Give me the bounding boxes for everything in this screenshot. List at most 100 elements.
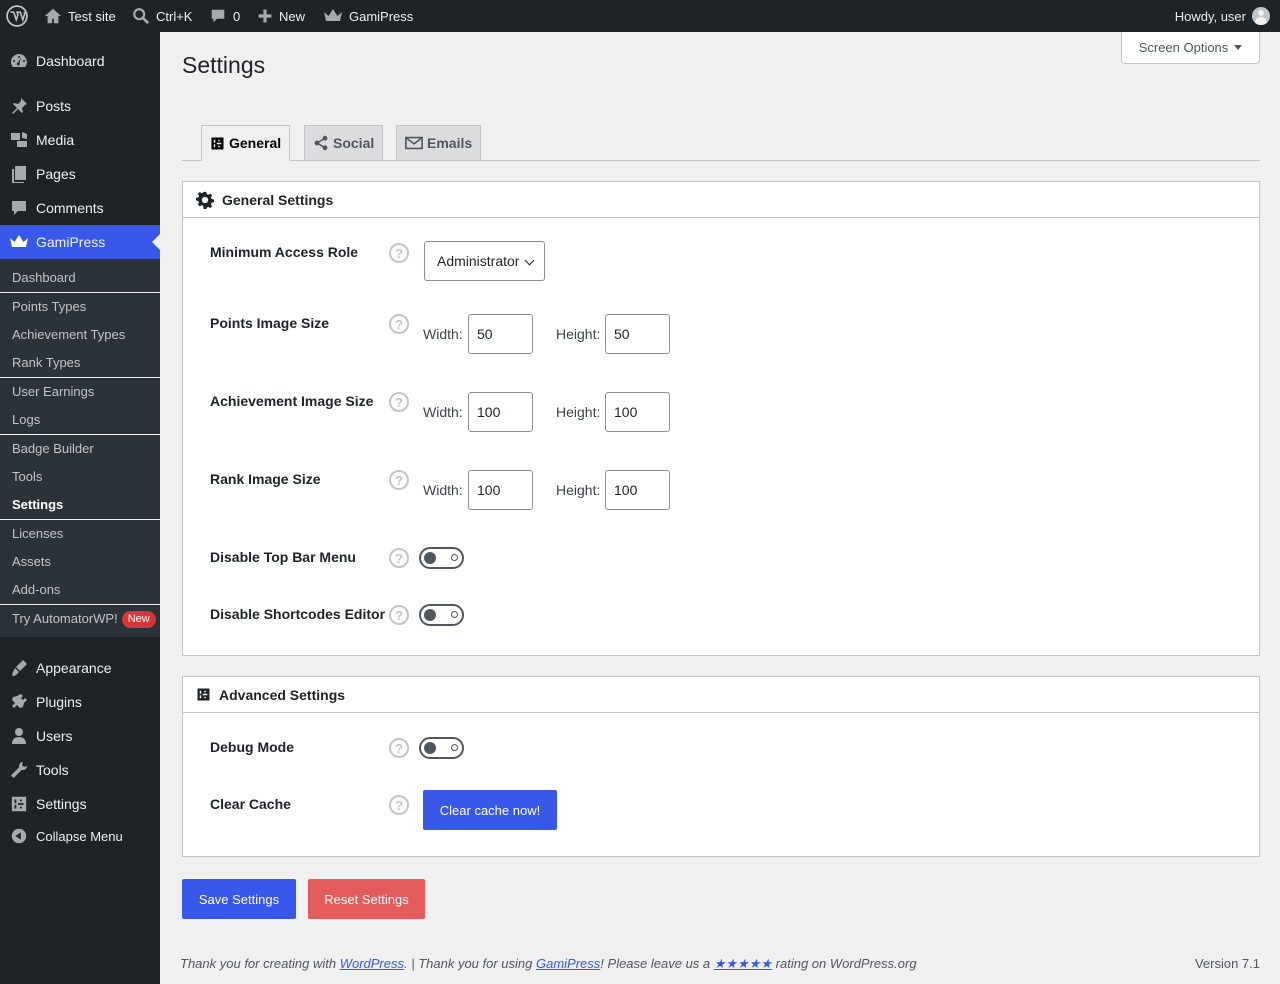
- rating-stars-link[interactable]: ★★★★★: [714, 956, 772, 971]
- wordpress-logo-icon[interactable]: [6, 0, 28, 32]
- sidebar-item-appearance[interactable]: Appearance: [0, 651, 160, 685]
- help-icon[interactable]: ?: [389, 738, 409, 758]
- submenu-item-points-types[interactable]: Points Types: [12, 298, 86, 316]
- help-icon[interactable]: ?: [389, 392, 409, 412]
- submenu-item-rank-types[interactable]: Rank Types: [12, 354, 80, 372]
- howdy-text: Howdy, user: [1174, 8, 1246, 24]
- rank-size-label: Rank Image Size: [210, 471, 321, 487]
- help-icon[interactable]: ?: [389, 314, 409, 334]
- sidebar-label: Appearance: [36, 660, 112, 676]
- caret-down-icon: [1234, 45, 1243, 50]
- search-icon: [132, 7, 150, 25]
- tab-emails[interactable]: Emails: [396, 125, 482, 161]
- sidebar-item-settings[interactable]: Settings: [0, 787, 160, 821]
- footer-credits: Thank you for creating with WordPress. |…: [180, 956, 917, 972]
- gamipress-link[interactable]: GamiPress: [323, 0, 413, 32]
- gamipress-submenu: Dashboard Points Types Achievement Types…: [0, 259, 160, 637]
- sidebar-label: Collapse Menu: [36, 828, 123, 844]
- sidebar-item-plugins[interactable]: Plugins: [0, 685, 160, 719]
- gear-icon: [196, 191, 214, 209]
- disable-shortcodes-toggle[interactable]: [419, 604, 464, 626]
- site-name-link[interactable]: Test site: [44, 0, 116, 32]
- rank-width-input[interactable]: 100: [468, 470, 533, 510]
- avatar: [1252, 7, 1270, 25]
- sliders-icon: [210, 136, 225, 151]
- footer-text: ! Please leave us a: [600, 956, 714, 971]
- general-settings-header: General Settings: [183, 182, 1259, 218]
- sidebar-item-comments[interactable]: Comments: [0, 191, 160, 225]
- submenu-item-assets[interactable]: Assets: [12, 553, 51, 571]
- min-role-select[interactable]: Administrator: [424, 241, 545, 281]
- sidebar-item-gamipress[interactable]: GamiPress: [0, 225, 160, 259]
- submenu-item-badge-builder[interactable]: Badge Builder: [12, 440, 94, 458]
- sidebar-label: Posts: [36, 98, 72, 114]
- submenu-item-dashboard[interactable]: Dashboard: [12, 269, 76, 287]
- comments-link[interactable]: 0: [209, 0, 240, 32]
- help-icon[interactable]: ?: [389, 605, 409, 625]
- help-icon[interactable]: ?: [389, 243, 409, 263]
- new-badge: New: [121, 610, 156, 628]
- page-title: Settings: [182, 52, 266, 78]
- debug-mode-toggle[interactable]: [419, 737, 464, 759]
- new-content-link[interactable]: New: [257, 0, 305, 32]
- sidebar-item-media[interactable]: Media: [0, 123, 160, 157]
- submenu-item-logs[interactable]: Logs: [12, 411, 40, 429]
- height-label: Height:: [556, 482, 601, 498]
- width-label: Width:: [423, 482, 463, 498]
- submenu-item-tools[interactable]: Tools: [12, 468, 42, 486]
- help-icon[interactable]: ?: [389, 795, 409, 815]
- tab-label: General: [229, 135, 282, 151]
- account-menu[interactable]: Howdy, user: [1175, 0, 1270, 32]
- media-icon: [9, 130, 29, 150]
- footer-text: . | Thank you for using: [404, 956, 536, 971]
- tab-general[interactable]: General: [201, 125, 291, 161]
- sidebar-label: Settings: [36, 796, 87, 812]
- collapse-menu-button[interactable]: Collapse Menu: [0, 819, 160, 853]
- sidebar-item-pages[interactable]: Pages: [0, 157, 160, 191]
- brush-icon: [9, 658, 29, 678]
- wordpress-link[interactable]: WordPress: [340, 956, 404, 971]
- comment-icon: [209, 7, 227, 25]
- clear-cache-button[interactable]: Clear cache now!: [423, 790, 557, 830]
- help-icon[interactable]: ?: [389, 470, 409, 490]
- width-label: Width:: [423, 326, 463, 342]
- crown-icon: [9, 232, 29, 252]
- screen-options-button[interactable]: Screen Options: [1121, 32, 1260, 64]
- points-width-input[interactable]: 50: [468, 314, 533, 354]
- version-text: Version 7.1: [1194, 956, 1260, 971]
- sidebar-item-posts[interactable]: Posts: [0, 89, 160, 123]
- rank-height-input[interactable]: 100: [605, 470, 670, 510]
- sliders-icon: [9, 794, 29, 814]
- points-height-input[interactable]: 50: [605, 314, 670, 354]
- reset-settings-button[interactable]: Reset Settings: [308, 879, 425, 919]
- plus-icon: [257, 8, 273, 24]
- search-link[interactable]: Ctrl+K: [132, 0, 192, 32]
- sidebar-item-users[interactable]: Users: [0, 719, 160, 753]
- submenu-item-settings[interactable]: Settings: [12, 496, 63, 514]
- submenu-item-add-ons[interactable]: Add-ons: [12, 581, 60, 599]
- sidebar-item-dashboard[interactable]: Dashboard: [0, 44, 160, 78]
- submenu-item-user-earnings[interactable]: User Earnings: [12, 383, 94, 401]
- advanced-settings-title: Advanced Settings: [219, 686, 346, 703]
- min-role-value: Administrator: [437, 253, 520, 269]
- save-settings-button[interactable]: Save Settings: [182, 879, 296, 919]
- gamipress-link[interactable]: GamiPress: [536, 956, 600, 971]
- width-label: Width:: [423, 404, 463, 420]
- wrench-icon: [9, 760, 29, 780]
- achievement-width-input[interactable]: 100: [468, 392, 533, 432]
- submenu-label: Try AutomatorWP!: [12, 611, 118, 626]
- help-icon[interactable]: ?: [389, 548, 409, 568]
- achievement-height-input[interactable]: 100: [605, 392, 670, 432]
- general-settings-title: General Settings: [222, 191, 334, 208]
- disable-top-bar-toggle[interactable]: [419, 547, 464, 569]
- tab-social[interactable]: Social: [304, 125, 384, 161]
- submenu-divider: [0, 292, 160, 293]
- chevron-down-icon: [524, 255, 535, 266]
- sidebar-item-tools[interactable]: Tools: [0, 753, 160, 787]
- submenu-item-try-automatorwp[interactable]: Try AutomatorWP! New: [12, 610, 156, 628]
- tab-label: Social: [333, 135, 375, 151]
- share-icon: [313, 135, 329, 151]
- submenu-item-achievement-types[interactable]: Achievement Types: [12, 326, 125, 344]
- sidebar-label: Plugins: [36, 694, 82, 710]
- submenu-item-licenses[interactable]: Licenses: [12, 525, 63, 543]
